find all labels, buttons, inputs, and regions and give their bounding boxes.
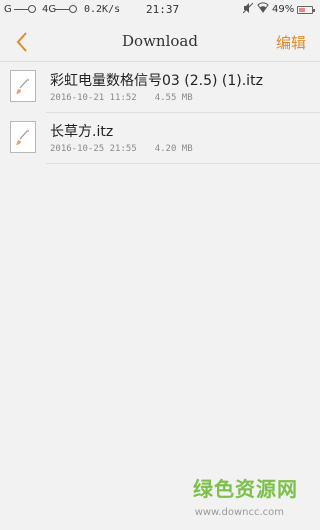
file-size: 4.55 MB: [154, 93, 193, 103]
file-date: 2016-10-21 11:52: [50, 93, 137, 103]
status-bar: G 4G 0.2K/s 21:37 49%: [0, 0, 320, 22]
file-meta: 2016-10-21 11:52 4.55 MB: [50, 93, 211, 103]
file-name: 长草方.itz: [50, 124, 114, 140]
wifi-icon: [257, 1, 269, 16]
file-meta: 2016-10-25 21:55 4.20 MB: [50, 144, 211, 154]
clock: 21:37: [146, 3, 180, 16]
app-header: Download 编辑: [0, 22, 320, 62]
theme-file-icon: [10, 121, 36, 153]
battery-percent: 49%: [272, 4, 295, 15]
page-title: Download: [122, 32, 198, 50]
signal-indicator-2: [69, 5, 77, 13]
file-date: 2016-10-25 21:55: [50, 144, 137, 154]
network-speed: 0.2K/s: [84, 4, 121, 15]
list-item[interactable]: 长草方.itz 2016-10-25 21:55 4.20 MB: [0, 113, 320, 164]
file-size: 4.20 MB: [154, 144, 193, 154]
battery-level: [299, 8, 305, 12]
signal-label-1: G: [4, 4, 12, 15]
theme-file-icon: [10, 70, 36, 102]
battery-icon: [297, 6, 315, 14]
mute-icon: [242, 2, 254, 17]
edit-button[interactable]: 编辑: [276, 32, 306, 53]
watermark-url: www.downcc.com: [194, 507, 284, 518]
watermark-brand: 绿色资源网: [193, 477, 298, 501]
file-name: 彩虹电量数格信号03 (2.5) (1).itz: [50, 73, 263, 89]
file-list: 彩虹电量数格信号03 (2.5) (1).itz 2016-10-21 11:5…: [0, 62, 320, 164]
signal-indicator-1: [28, 5, 36, 13]
signal-label-2: 4G: [42, 4, 57, 15]
list-item[interactable]: 彩虹电量数格信号03 (2.5) (1).itz 2016-10-21 11:5…: [0, 62, 320, 113]
